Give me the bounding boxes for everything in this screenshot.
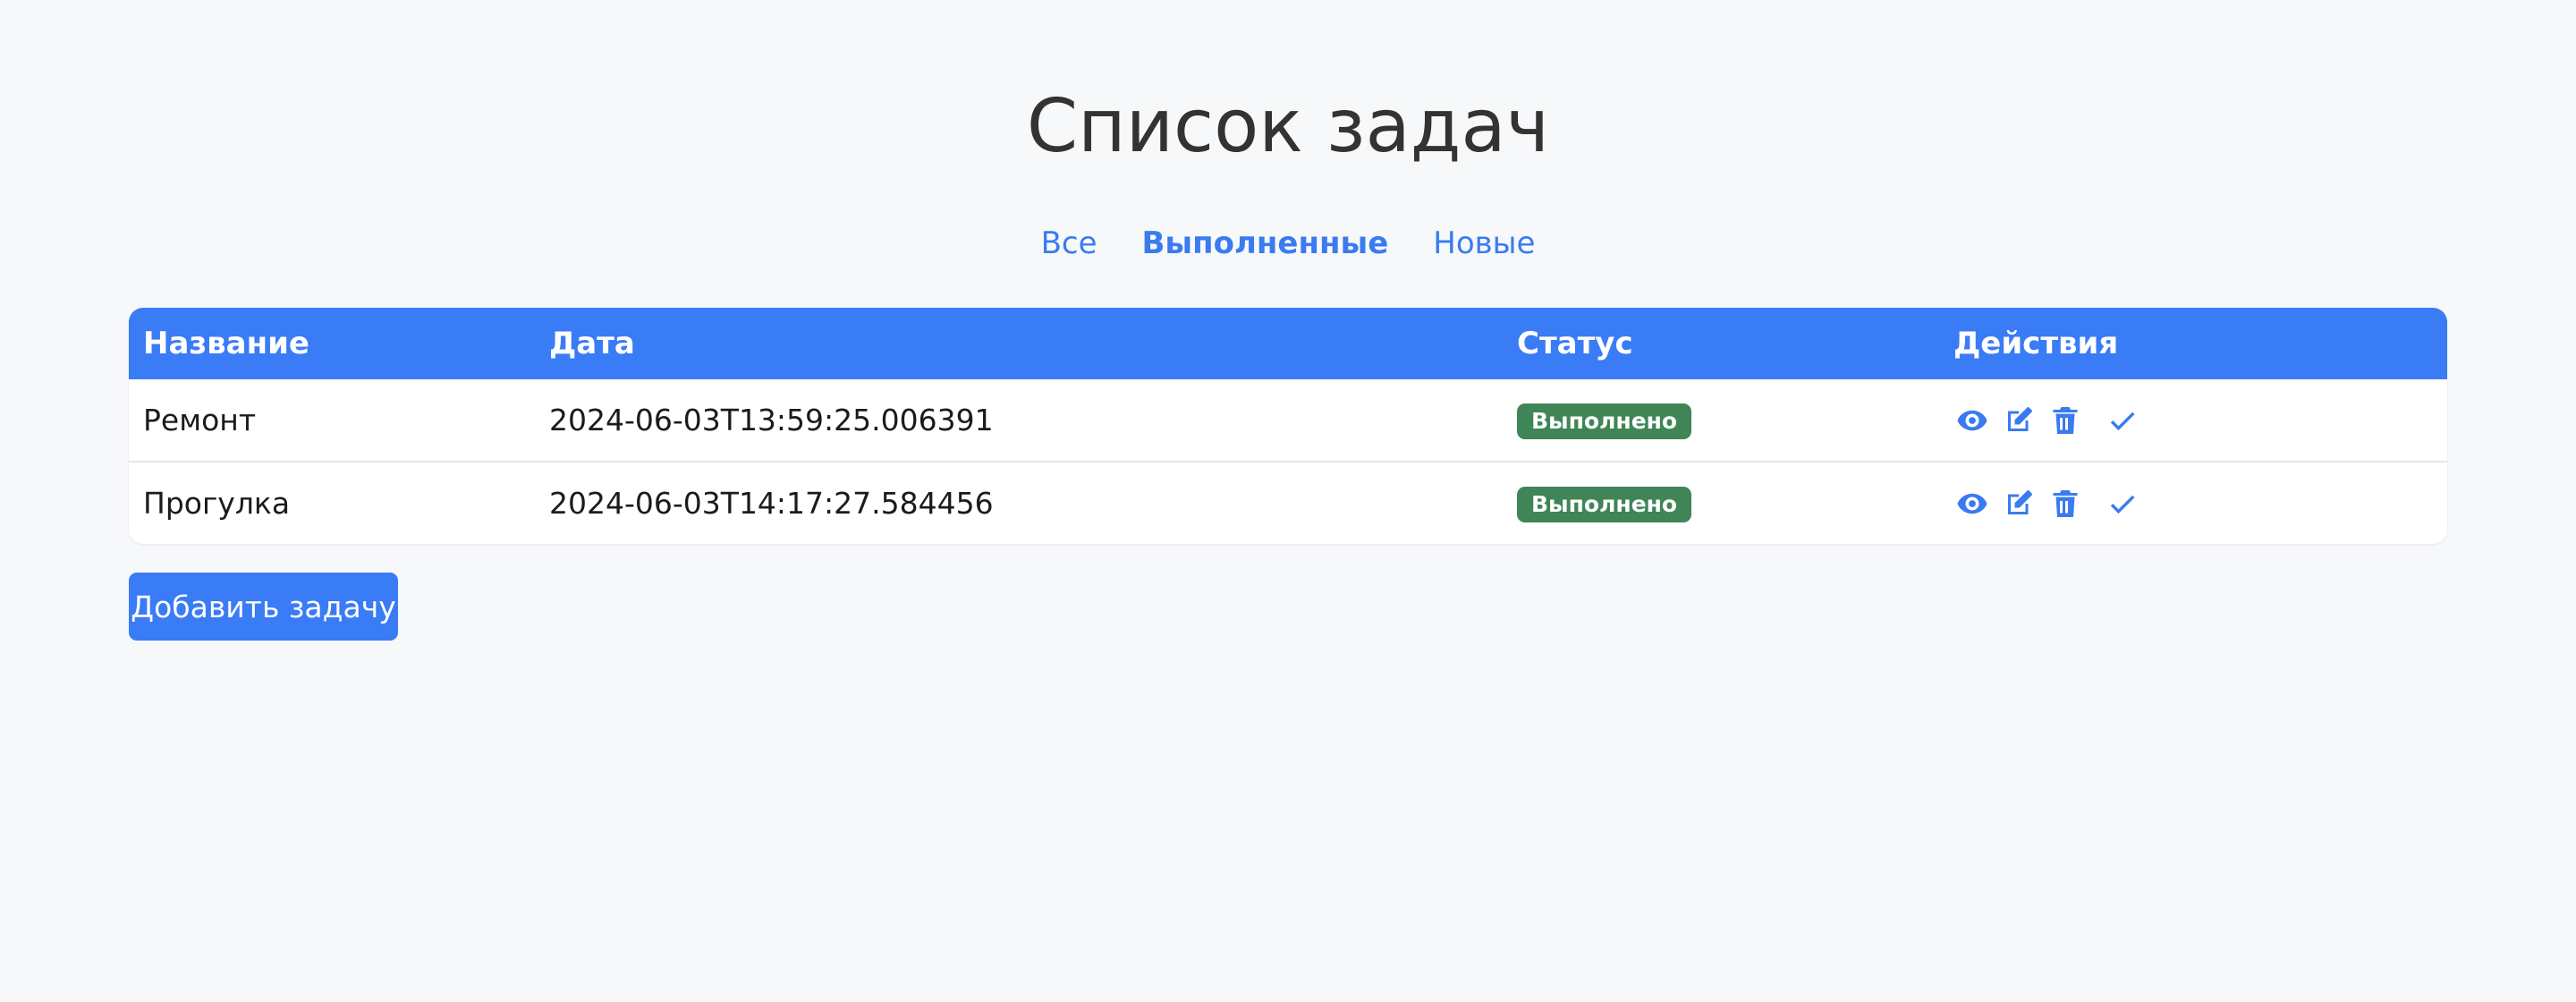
task-actions-cell <box>1939 463 2447 544</box>
add-task-button[interactable]: Добавить задачу <box>129 573 398 641</box>
header-name: Название <box>129 308 535 379</box>
task-actions <box>1953 485 2433 522</box>
table-row: Ремонт 2024-06-03T13:59:25.006391 Выполн… <box>129 379 2447 463</box>
task-date: 2024-06-03T14:17:27.584456 <box>549 486 994 521</box>
trash-icon[interactable] <box>2046 402 2084 439</box>
check-icon[interactable] <box>2104 485 2141 522</box>
check-icon[interactable] <box>2104 402 2141 439</box>
header-status: Статус <box>1503 308 1939 379</box>
status-badge: Выполнено <box>1517 403 1692 439</box>
task-status-cell: Выполнено <box>1503 379 1939 463</box>
header-date: Дата <box>535 308 1503 379</box>
filter-new-link[interactable]: Новые <box>1433 222 1535 265</box>
task-status-cell: Выполнено <box>1503 463 1939 544</box>
trash-icon[interactable] <box>2046 485 2084 522</box>
table-header-row: Название Дата Статус Действия <box>129 308 2447 379</box>
edit-icon[interactable] <box>2000 402 2038 439</box>
page-title: Список задач <box>1026 84 1550 169</box>
task-name: Ремонт <box>129 379 535 463</box>
eye-icon[interactable] <box>1953 485 1991 522</box>
task-table: Название Дата Статус Действия Ремонт 202… <box>129 308 2447 544</box>
task-name: Прогулка <box>143 486 291 521</box>
task-actions <box>1953 402 2433 439</box>
task-actions-cell <box>1939 379 2447 463</box>
filter-all-link[interactable]: Все <box>1041 222 1097 265</box>
eye-icon[interactable] <box>1953 402 1991 439</box>
filter-nav: Все Выполненные Новые <box>0 222 2576 265</box>
task-date: 2024-06-03T13:59:25.006391 <box>535 379 1503 463</box>
filter-done-link[interactable]: Выполненные <box>1142 222 1389 265</box>
table-row: Прогулка 2024-06-03T14:17:27.584456 Выпо… <box>129 463 2447 544</box>
status-badge: Выполнено <box>1517 487 1692 522</box>
edit-icon[interactable] <box>2000 485 2038 522</box>
header-actions: Действия <box>1939 308 2447 379</box>
